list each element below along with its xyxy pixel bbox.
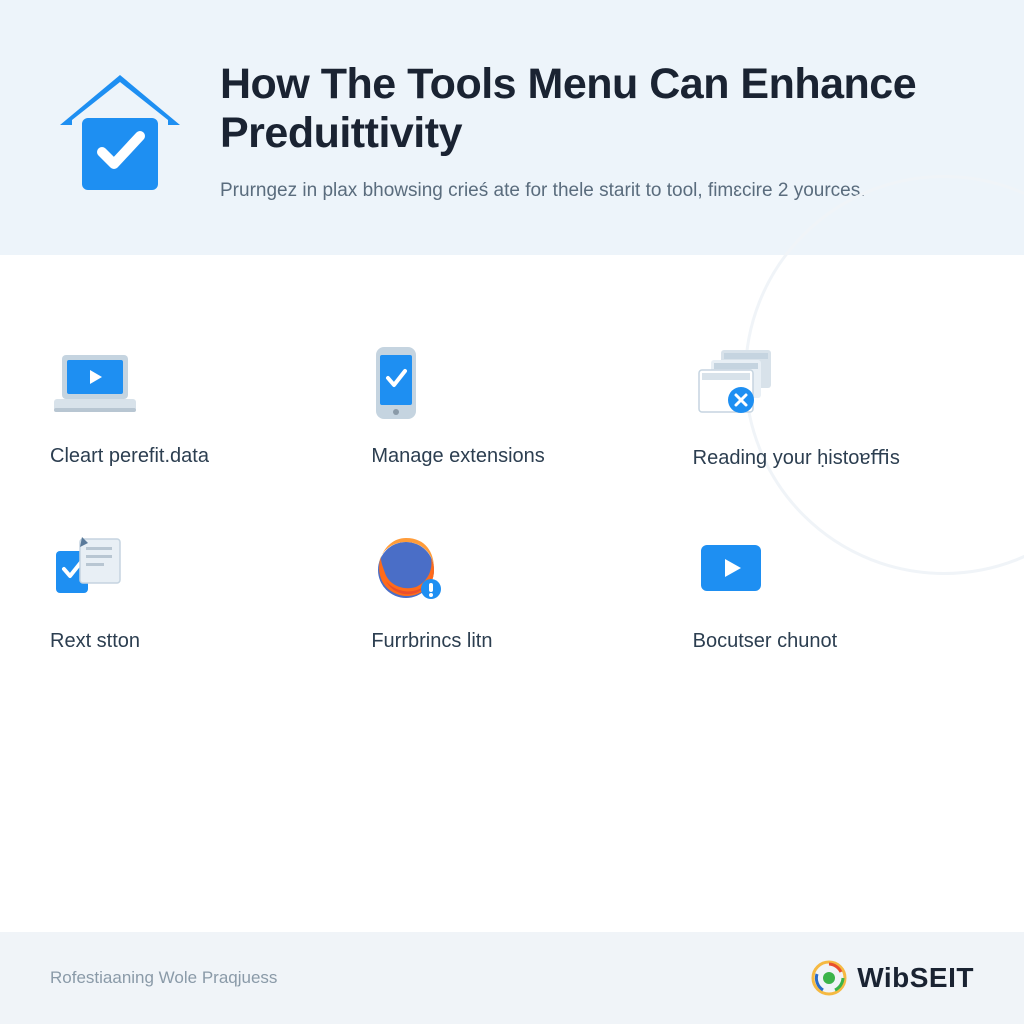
house-check-icon — [50, 70, 190, 205]
header-text: How The Tools Menu Can Enhance Preduitti… — [220, 60, 974, 205]
phone-check-icon — [371, 345, 421, 425]
feature-manage-extensions[interactable]: Manage extensions — [371, 345, 652, 470]
play-card-icon — [693, 530, 773, 610]
laptop-play-icon — [50, 345, 140, 425]
brand-name: WibSEIT — [857, 962, 974, 994]
features-grid: Cleart perefit.data Manage extensions — [50, 345, 974, 653]
content-area: Cleart perefit.data Manage extensions — [0, 255, 1024, 683]
feature-label: Rext stton — [50, 630, 140, 653]
feature-reading-history[interactable]: Reading your ḥistoɐﬃs — [693, 345, 974, 470]
footer-text: Rofestiaaning Wole Praqjuess — [50, 968, 277, 988]
feature-label: Cleart perefit.data — [50, 445, 209, 468]
feature-label: Manage extensions — [371, 445, 544, 468]
feature-furrbrincs[interactable]: Furrbrincs litn — [371, 530, 652, 653]
windows-close-icon — [693, 345, 783, 425]
feature-label: Reading your ḥistoɐﬃs — [693, 445, 900, 470]
feature-bocutser[interactable]: Bocutser chunot — [693, 530, 974, 653]
brand: WibSEIT — [811, 960, 974, 996]
check-doc-icon — [50, 530, 130, 610]
feature-label: Bocutser chunot — [693, 630, 838, 653]
footer: Rofestiaaning Wole Praqjuess WibSEIT — [0, 932, 1024, 1024]
firefox-icon — [371, 530, 451, 610]
feature-clear-data[interactable]: Cleart perefit.data — [50, 345, 331, 470]
feature-label: Furrbrincs litn — [371, 630, 492, 653]
feature-rext-stton[interactable]: Rext stton — [50, 530, 331, 653]
page-title: How The Tools Menu Can Enhance Preduitti… — [220, 60, 974, 159]
brand-logo-icon — [811, 960, 847, 996]
